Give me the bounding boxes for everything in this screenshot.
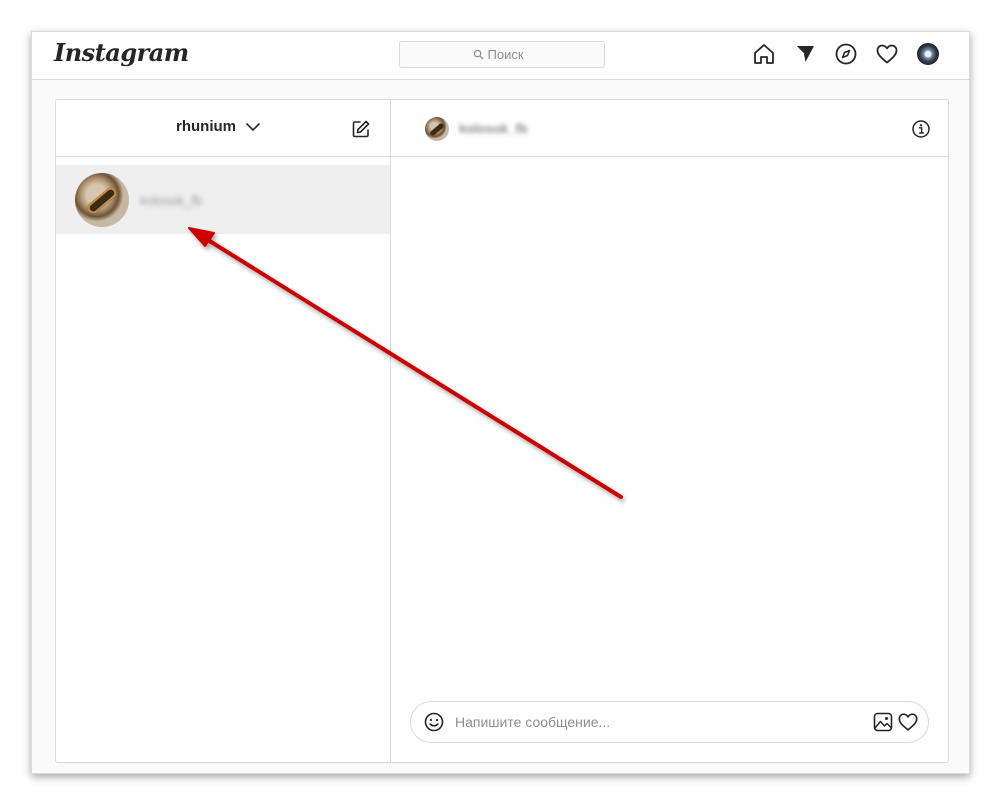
home-icon bbox=[754, 44, 774, 64]
thread-list-header: rhunium bbox=[56, 100, 390, 157]
emoji-icon[interactable] bbox=[423, 711, 445, 733]
new-message-icon[interactable] bbox=[351, 119, 371, 139]
like-heart-icon[interactable] bbox=[897, 711, 919, 733]
list-item[interactable]: kolosok_fb bbox=[56, 165, 390, 234]
thread-avatar bbox=[75, 173, 129, 227]
heart-icon bbox=[876, 44, 898, 64]
conversation-header: kolosok_fb bbox=[391, 100, 948, 157]
explore-button[interactable] bbox=[834, 42, 858, 66]
explore-icon bbox=[835, 43, 857, 65]
image-upload-icon[interactable] bbox=[872, 711, 894, 733]
thread-list-panel: rhunium kolosok_fb bbox=[56, 100, 391, 762]
instagram-logo[interactable]: Instagram bbox=[54, 38, 189, 67]
direct-icon bbox=[795, 45, 814, 62]
direct-button[interactable] bbox=[793, 42, 817, 66]
browser-window: Instagram Поиск rhunium kolosok_fb kolos… bbox=[31, 31, 970, 774]
home-button[interactable] bbox=[752, 42, 776, 66]
activity-button[interactable] bbox=[875, 42, 899, 66]
search-box[interactable] bbox=[399, 41, 605, 68]
search-input[interactable] bbox=[487, 47, 532, 62]
direct-messages-panel: rhunium kolosok_fb kolosok_fb bbox=[55, 99, 949, 763]
info-icon[interactable] bbox=[911, 119, 931, 139]
profile-button[interactable] bbox=[916, 42, 940, 66]
thread-username: kolosok_fb bbox=[140, 193, 203, 208]
account-switcher[interactable]: rhunium bbox=[176, 118, 261, 135]
message-input[interactable] bbox=[455, 711, 855, 733]
message-composer bbox=[410, 701, 929, 743]
nav-icons bbox=[735, 42, 940, 66]
chevron-down-icon bbox=[246, 122, 260, 131]
account-name: rhunium bbox=[176, 118, 236, 135]
conversation-avatar[interactable] bbox=[425, 117, 449, 141]
top-navbar: Instagram bbox=[32, 32, 969, 80]
search-icon bbox=[473, 49, 483, 60]
avatar bbox=[917, 43, 939, 65]
conversation-username[interactable]: kolosok_fb bbox=[459, 121, 528, 136]
conversation-panel: kolosok_fb bbox=[391, 100, 948, 762]
